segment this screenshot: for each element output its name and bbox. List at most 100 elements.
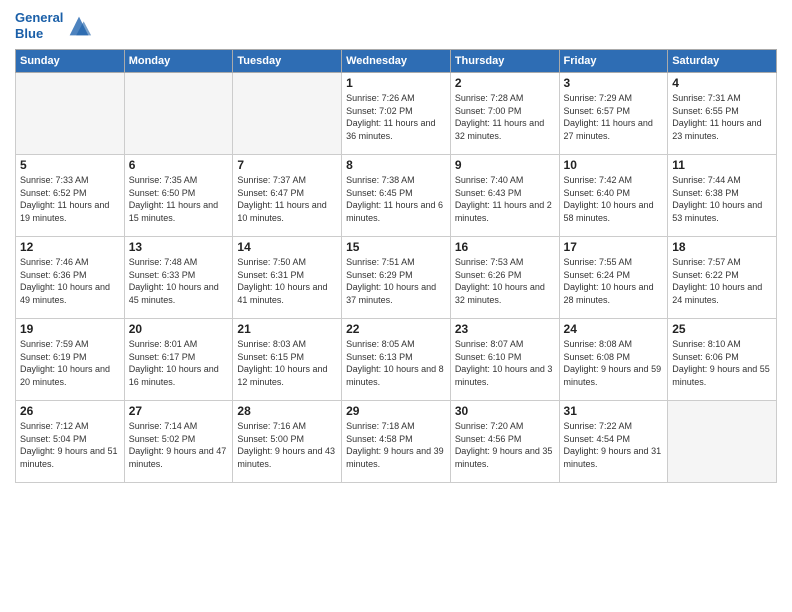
day-number: 8 [346, 158, 446, 172]
day-info: Sunrise: 8:08 AMSunset: 6:08 PMDaylight:… [564, 338, 664, 388]
day-number: 16 [455, 240, 555, 254]
logo-text: General [15, 10, 63, 26]
day-number: 20 [129, 322, 229, 336]
day-number: 3 [564, 76, 664, 90]
day-number: 24 [564, 322, 664, 336]
header: General Blue [15, 10, 777, 41]
day-number: 31 [564, 404, 664, 418]
day-info: Sunrise: 7:37 AMSunset: 6:47 PMDaylight:… [237, 174, 337, 224]
day-info: Sunrise: 7:33 AMSunset: 6:52 PMDaylight:… [20, 174, 120, 224]
day-info: Sunrise: 7:28 AMSunset: 7:00 PMDaylight:… [455, 92, 555, 142]
calendar-cell: 4 Sunrise: 7:31 AMSunset: 6:55 PMDaylight… [668, 73, 777, 155]
day-info: Sunrise: 7:29 AMSunset: 6:57 PMDaylight:… [564, 92, 664, 142]
logo: General Blue [15, 10, 93, 41]
day-number: 23 [455, 322, 555, 336]
col-sunday: Sunday [16, 50, 125, 73]
day-info: Sunrise: 7:55 AMSunset: 6:24 PMDaylight:… [564, 256, 664, 306]
logo-blue-text: Blue [15, 26, 43, 41]
calendar-cell: 8 Sunrise: 7:38 AMSunset: 6:45 PMDaylight… [342, 155, 451, 237]
day-info: Sunrise: 7:59 AMSunset: 6:19 PMDaylight:… [20, 338, 120, 388]
day-number: 17 [564, 240, 664, 254]
day-number: 14 [237, 240, 337, 254]
calendar-cell: 6Sunrise: 7:35 AMSunset: 6:50 PMDaylight… [124, 155, 233, 237]
logo-general: General [15, 10, 63, 25]
day-number: 21 [237, 322, 337, 336]
day-number: 29 [346, 404, 446, 418]
calendar-cell: 21Sunrise: 8:03 AMSunset: 6:15 PMDayligh… [233, 319, 342, 401]
calendar-cell: 14 Sunrise: 7:50 AMSunset: 6:31 PMDayligh… [233, 237, 342, 319]
calendar-cell [124, 73, 233, 155]
day-info: Sunrise: 7:51 AMSunset: 6:29 PMDaylight:… [346, 256, 446, 306]
day-info: Sunrise: 7:20 AMSunset: 4:56 PMDaylight:… [455, 420, 555, 470]
col-friday: Friday [559, 50, 668, 73]
calendar-cell: 1 Sunrise: 7:26 AMSunset: 7:02 PMDaylight… [342, 73, 451, 155]
day-info: Sunrise: 7:57 AMSunset: 6:22 PMDaylight:… [672, 256, 772, 306]
calendar-cell [233, 73, 342, 155]
day-number: 7 [237, 158, 337, 172]
calendar-cell: 10 Sunrise: 7:42 AMSunset: 6:40 PMDayligh… [559, 155, 668, 237]
day-info: Sunrise: 7:14 AMSunset: 5:02 PMDaylight:… [129, 420, 229, 470]
day-number: 2 [455, 76, 555, 90]
day-number: 6 [129, 158, 229, 172]
day-info: Sunrise: 7:50 AMSunset: 6:31 PMDaylight:… [237, 256, 337, 306]
col-tuesday: Tuesday [233, 50, 342, 73]
day-info: Sunrise: 8:07 AMSunset: 6:10 PMDaylight:… [455, 338, 555, 388]
calendar-week-row: 19 Sunrise: 7:59 AMSunset: 6:19 PMDayligh… [16, 319, 777, 401]
day-number: 28 [237, 404, 337, 418]
day-info: Sunrise: 7:16 AMSunset: 5:00 PMDaylight:… [237, 420, 337, 470]
calendar-cell: 24 Sunrise: 8:08 AMSunset: 6:08 PMDayligh… [559, 319, 668, 401]
col-thursday: Thursday [450, 50, 559, 73]
day-number: 1 [346, 76, 446, 90]
day-info: Sunrise: 8:10 AMSunset: 6:06 PMDaylight:… [672, 338, 772, 388]
calendar-cell: 25 Sunrise: 8:10 AMSunset: 6:06 PMDayligh… [668, 319, 777, 401]
day-info: Sunrise: 7:53 AMSunset: 6:26 PMDaylight:… [455, 256, 555, 306]
day-info: Sunrise: 7:18 AMSunset: 4:58 PMDaylight:… [346, 420, 446, 470]
day-info: Sunrise: 8:05 AMSunset: 6:13 PMDaylight:… [346, 338, 446, 388]
calendar-cell: 3 Sunrise: 7:29 AMSunset: 6:57 PMDaylight… [559, 73, 668, 155]
day-number: 11 [672, 158, 772, 172]
header-row: Sunday Monday Tuesday Wednesday Thursday… [16, 50, 777, 73]
calendar-cell: 23 Sunrise: 8:07 AMSunset: 6:10 PMDayligh… [450, 319, 559, 401]
day-info: Sunrise: 7:40 AMSunset: 6:43 PMDaylight:… [455, 174, 555, 224]
day-number: 30 [455, 404, 555, 418]
calendar-cell: 30 Sunrise: 7:20 AMSunset: 4:56 PMDayligh… [450, 401, 559, 483]
day-info: Sunrise: 7:31 AMSunset: 6:55 PMDaylight:… [672, 92, 772, 142]
day-number: 9 [455, 158, 555, 172]
calendar-cell: 18Sunrise: 7:57 AMSunset: 6:22 PMDayligh… [668, 237, 777, 319]
logo-blue: Blue [15, 26, 63, 42]
calendar-week-row: 26 Sunrise: 7:12 AMSunset: 5:04 PMDayligh… [16, 401, 777, 483]
calendar-cell: 17 Sunrise: 7:55 AMSunset: 6:24 PMDayligh… [559, 237, 668, 319]
day-info: Sunrise: 7:38 AMSunset: 6:45 PMDaylight:… [346, 174, 446, 224]
calendar-table: Sunday Monday Tuesday Wednesday Thursday… [15, 49, 777, 483]
day-number: 5 [20, 158, 120, 172]
day-info: Sunrise: 7:22 AMSunset: 4:54 PMDaylight:… [564, 420, 664, 470]
day-info: Sunrise: 7:44 AMSunset: 6:38 PMDaylight:… [672, 174, 772, 224]
col-saturday: Saturday [668, 50, 777, 73]
day-info: Sunrise: 7:26 AMSunset: 7:02 PMDaylight:… [346, 92, 446, 142]
day-info: Sunrise: 7:46 AMSunset: 6:36 PMDaylight:… [20, 256, 120, 306]
calendar-cell: 5 Sunrise: 7:33 AMSunset: 6:52 PMDaylight… [16, 155, 125, 237]
calendar-cell: 22Sunrise: 8:05 AMSunset: 6:13 PMDayligh… [342, 319, 451, 401]
page: General Blue Sunday Monday Tuesday Wedne… [0, 0, 792, 612]
day-number: 10 [564, 158, 664, 172]
day-number: 25 [672, 322, 772, 336]
col-monday: Monday [124, 50, 233, 73]
day-number: 26 [20, 404, 120, 418]
day-number: 13 [129, 240, 229, 254]
day-number: 4 [672, 76, 772, 90]
calendar-week-row: 5 Sunrise: 7:33 AMSunset: 6:52 PMDaylight… [16, 155, 777, 237]
calendar-cell [16, 73, 125, 155]
day-info: Sunrise: 7:12 AMSunset: 5:04 PMDaylight:… [20, 420, 120, 470]
day-number: 27 [129, 404, 229, 418]
calendar-cell: 19 Sunrise: 7:59 AMSunset: 6:19 PMDayligh… [16, 319, 125, 401]
day-info: Sunrise: 7:42 AMSunset: 6:40 PMDaylight:… [564, 174, 664, 224]
calendar-cell: 31 Sunrise: 7:22 AMSunset: 4:54 PMDayligh… [559, 401, 668, 483]
day-number: 19 [20, 322, 120, 336]
day-number: 12 [20, 240, 120, 254]
day-info: Sunrise: 7:48 AMSunset: 6:33 PMDaylight:… [129, 256, 229, 306]
calendar-cell: 20Sunrise: 8:01 AMSunset: 6:17 PMDayligh… [124, 319, 233, 401]
logo-icon [65, 12, 93, 40]
calendar-cell: 7 Sunrise: 7:37 AMSunset: 6:47 PMDaylight… [233, 155, 342, 237]
calendar-cell: 15Sunrise: 7:51 AMSunset: 6:29 PMDayligh… [342, 237, 451, 319]
calendar-cell: 27 Sunrise: 7:14 AMSunset: 5:02 PMDayligh… [124, 401, 233, 483]
